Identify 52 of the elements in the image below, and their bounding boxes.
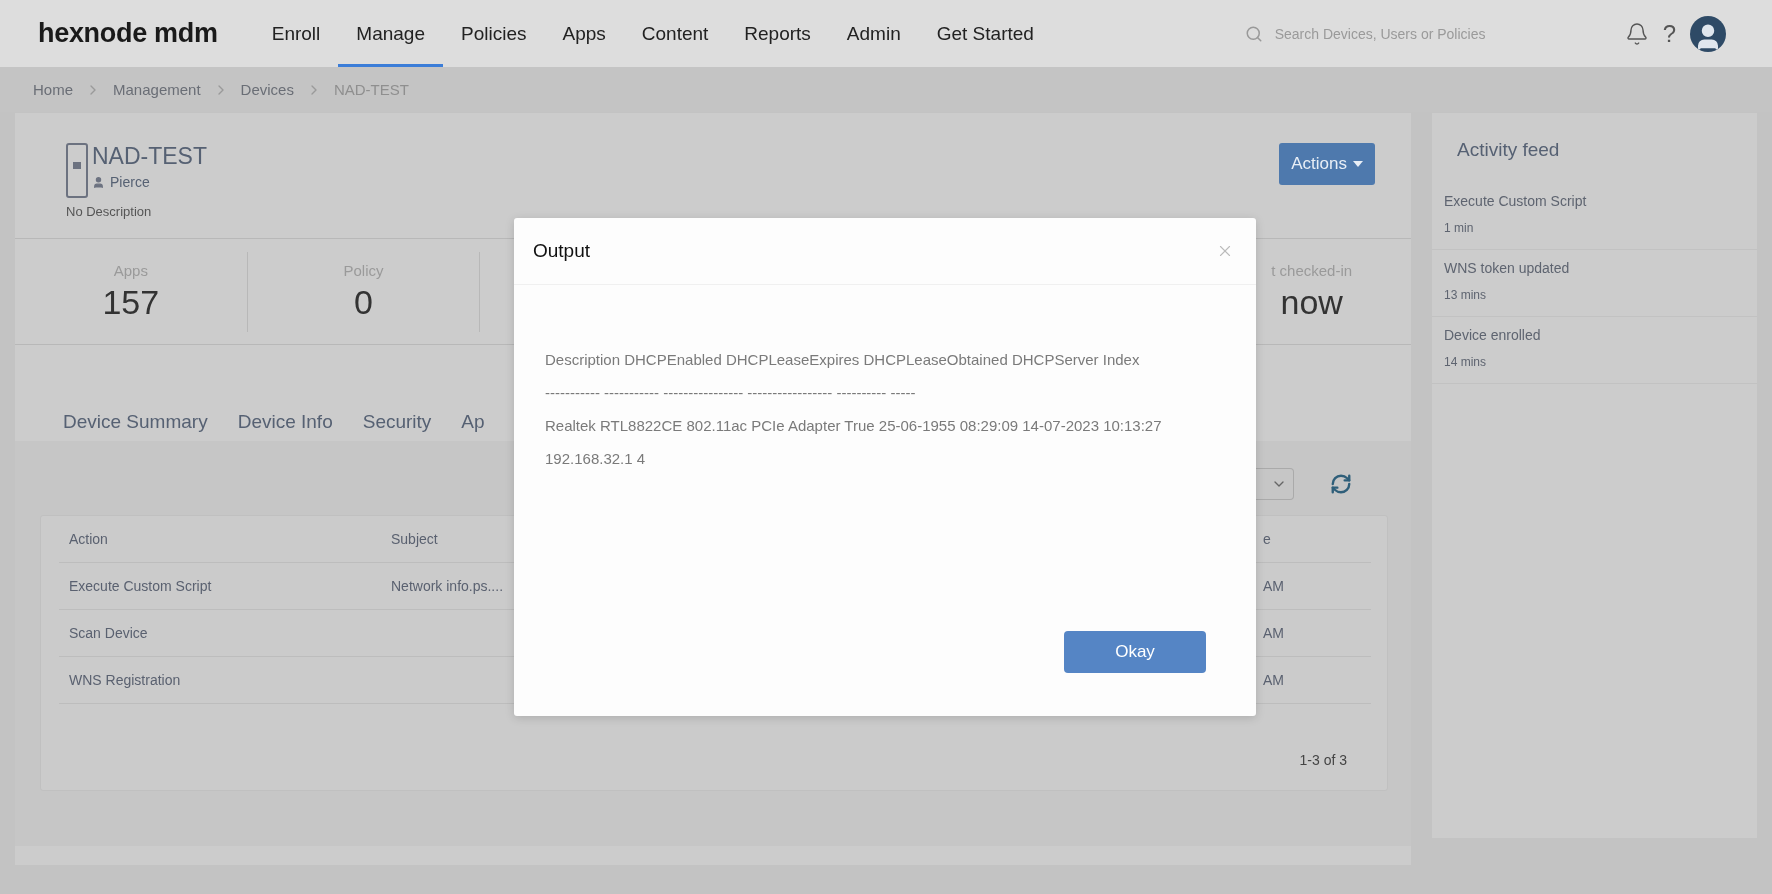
output-text: Description DHCPEnabled DHCPLeaseExpires DHCPLeaseObtained DHCPServer Index ----------- ----------- ---------------- ----------------- ---------- ----- Realtek RTL8822CE 802.11ac PCIe Adapter True 25-06-1955 08:29:09 14-07-2023 10:13:27 192.168.32.1 4 bbox=[545, 350, 1163, 469]
okay-button[interactable]: Okay bbox=[1064, 631, 1206, 673]
search-icon bbox=[1244, 24, 1263, 43]
tab[interactable]: Device Info bbox=[237, 411, 333, 433]
actions-button[interactable]: Actions bbox=[1279, 143, 1375, 185]
feed-item-title: Execute Custom Script bbox=[1444, 193, 1588, 209]
feed-title: Activity feed bbox=[1456, 138, 1561, 162]
feed-item-time: 14 mins bbox=[1444, 355, 1488, 369]
nav-item[interactable]: Apps bbox=[544, 0, 624, 67]
pagination-text: 1-3 of 3 bbox=[1299, 752, 1347, 768]
nav-item[interactable]: Policies bbox=[443, 0, 545, 67]
stat-value: 157 bbox=[102, 282, 160, 322]
logo: hexnode mdm bbox=[38, 18, 218, 49]
stat-value: 0 bbox=[354, 282, 373, 322]
table-cell-text: AM bbox=[1262, 672, 1285, 688]
avatar[interactable] bbox=[1690, 15, 1726, 52]
table-cell-text: Execute Custom Script bbox=[69, 578, 213, 594]
refresh-icon[interactable] bbox=[1330, 473, 1352, 495]
nav-item[interactable]: Reports bbox=[726, 0, 829, 67]
tab[interactable]: Ap bbox=[461, 411, 485, 433]
nav-item[interactable]: Enroll bbox=[253, 0, 339, 67]
feed-item-title: WNS token updated bbox=[1444, 260, 1571, 276]
help-icon[interactable]: ? bbox=[1662, 19, 1676, 48]
column-header: e bbox=[1262, 531, 1272, 547]
breadcrumb-link[interactable]: Devices bbox=[240, 81, 294, 98]
table-cell-text: AM bbox=[1262, 578, 1285, 594]
feed-item-time: 1 min bbox=[1444, 221, 1475, 235]
tab[interactable]: Device Summary bbox=[63, 411, 208, 433]
user-name: Pierce bbox=[110, 174, 150, 190]
tab[interactable]: Security bbox=[362, 411, 432, 433]
feed-item-title: Device enrolled bbox=[1444, 327, 1542, 343]
caret-icon bbox=[1353, 161, 1363, 167]
nav-item[interactable]: Content bbox=[623, 0, 727, 67]
user-icon bbox=[92, 175, 105, 189]
table-cell-text: WNS Registration bbox=[69, 672, 182, 688]
column-header: Action bbox=[69, 531, 109, 547]
table-cell-text: Network info.ps.... bbox=[391, 578, 505, 594]
bell-icon[interactable] bbox=[1624, 21, 1649, 46]
search-field[interactable]: Search Devices, Users or Policies bbox=[1272, 24, 1607, 43]
nav-item[interactable]: Admin bbox=[828, 0, 919, 67]
tablet-icon bbox=[66, 143, 88, 198]
nav-item[interactable]: Get Started bbox=[918, 0, 1052, 67]
column-header: Subject bbox=[391, 531, 439, 547]
device-name: NAD-TEST bbox=[92, 143, 207, 170]
dialog-title: Output bbox=[533, 240, 591, 262]
breadcrumb-link[interactable]: Home bbox=[33, 81, 73, 98]
table-cell-text: AM bbox=[1262, 625, 1285, 641]
stat-value: now bbox=[1280, 282, 1343, 322]
breadcrumb-link[interactable]: Management bbox=[113, 81, 201, 98]
feed-item-time: 13 mins bbox=[1444, 288, 1488, 302]
table-cell-text: Scan Device bbox=[69, 625, 149, 641]
device-description: No Description bbox=[66, 204, 153, 219]
